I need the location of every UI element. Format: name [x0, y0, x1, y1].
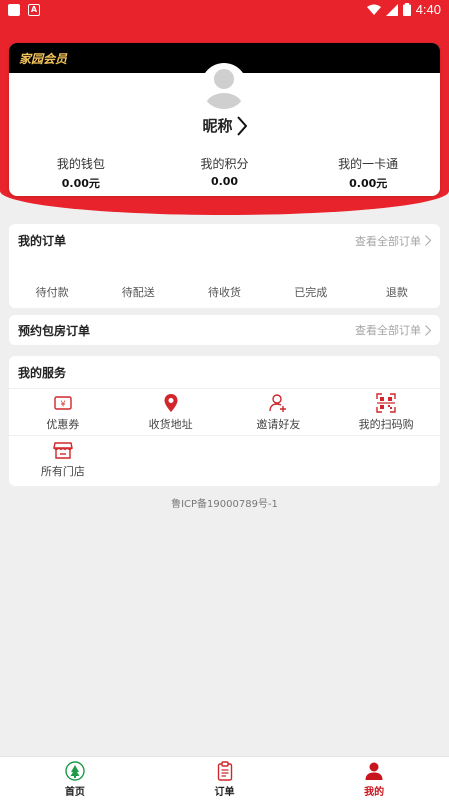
stat-label: 我的积分	[200, 157, 249, 171]
service-invite-friends[interactable]: 邀请好友	[225, 389, 333, 435]
order-tab-completed[interactable]: 已完成	[268, 284, 354, 300]
my-orders-header: 我的订单 查看全部订单	[9, 224, 440, 257]
service-shipping-address[interactable]: 收货地址	[117, 389, 225, 435]
battery-icon	[402, 3, 411, 16]
member-badge: 家园会员	[19, 51, 68, 66]
view-all-booking-orders-label: 查看全部订单	[355, 324, 421, 337]
store-icon	[53, 442, 73, 459]
booking-orders-card: 预约包房订单 查看全部订单	[9, 315, 440, 345]
home-logo-icon	[65, 761, 85, 781]
card-balance-stat[interactable]: 我的一卡通 0.00元	[296, 155, 440, 191]
service-coupons[interactable]: ¥ 优惠券	[9, 389, 117, 435]
my-orders-card: 我的订单 查看全部订单 待付款 待配送 待收货 已完成 退款	[9, 224, 440, 308]
location-pin-icon	[164, 394, 178, 412]
service-all-stores[interactable]: 所有门店	[9, 436, 117, 482]
chevron-right-icon	[425, 235, 431, 246]
service-label: 邀请好友	[256, 418, 301, 431]
wifi-icon	[366, 4, 381, 15]
view-all-orders-label: 查看全部订单	[355, 234, 421, 248]
member-stats: 我的钱包 0.00元 我的积分 0.00 我的一卡通 0.00元	[9, 155, 440, 191]
order-tab-pending-payment[interactable]: 待付款	[9, 284, 95, 300]
stat-label: 我的钱包	[56, 157, 105, 171]
tab-home-label: 首页	[64, 787, 85, 798]
tab-orders[interactable]: 订单	[150, 757, 300, 800]
order-status-tabs: 待付款 待配送 待收货 已完成 退款	[9, 284, 440, 300]
svg-text:¥: ¥	[60, 400, 65, 409]
stat-value: 0.00元	[349, 177, 388, 190]
service-label: 收货地址	[148, 418, 193, 431]
my-services-title: 我的服务	[18, 365, 67, 380]
service-label: 我的扫码购	[358, 418, 414, 431]
order-tab-refund[interactable]: 退款	[354, 284, 440, 300]
coupon-icon: ¥	[54, 396, 72, 410]
status-bar: A 4:40	[0, 0, 449, 20]
stat-value: 0.00元	[61, 177, 100, 190]
nickname: 昵称	[202, 117, 233, 135]
scan-icon	[376, 393, 396, 413]
service-label: 优惠券	[46, 418, 80, 431]
order-tab-pending-delivery[interactable]: 待配送	[95, 284, 181, 300]
icp-record: 鲁ICP备19000789号-1	[171, 499, 278, 510]
tab-home[interactable]: 首页	[0, 757, 150, 800]
tab-profile[interactable]: 我的	[299, 757, 449, 800]
points-stat[interactable]: 我的积分 0.00	[153, 155, 297, 191]
stat-label: 我的一卡通	[338, 157, 399, 171]
my-services-header: 我的服务	[9, 356, 440, 389]
service-scan-purchase[interactable]: 我的扫码购	[332, 389, 440, 435]
view-all-booking-orders-link[interactable]: 查看全部订单	[355, 322, 431, 338]
booking-orders-header: 预约包房订单 查看全部订单	[9, 315, 440, 345]
add-friend-icon	[269, 394, 287, 412]
wallet-stat[interactable]: 我的钱包 0.00元	[9, 155, 153, 191]
bottom-tab-bar: 首页 订单 我的	[0, 756, 449, 800]
nickname-row[interactable]: 昵称	[0, 115, 449, 136]
signal-icon	[385, 3, 398, 16]
avatar[interactable]	[201, 63, 247, 109]
tab-profile-label: 我的	[364, 787, 385, 798]
my-orders-title: 我的订单	[18, 234, 67, 248]
services-grid: ¥ 优惠券 收货地址 邀请好友 我的扫码购 所有门店	[9, 389, 440, 482]
chevron-right-icon	[425, 324, 431, 336]
avatar-placeholder-icon	[205, 69, 243, 109]
order-tab-pending-receipt[interactable]: 待收货	[181, 284, 267, 300]
booking-orders-title: 预约包房订单	[18, 323, 91, 338]
notification-icon	[8, 4, 20, 16]
profile-icon	[365, 762, 383, 780]
tab-orders-label: 订单	[214, 787, 235, 798]
view-all-orders-link[interactable]: 查看全部订单	[355, 233, 431, 249]
my-services-card: 我的服务 ¥ 优惠券 收货地址 邀请好友 我的扫码购 所有门店	[9, 356, 440, 486]
stat-value: 0.00	[210, 175, 239, 188]
status-time: 4:40	[415, 2, 441, 17]
service-label: 所有门店	[40, 465, 85, 478]
chevron-right-icon	[236, 115, 247, 136]
a-notification-icon: A	[28, 4, 40, 16]
order-clipboard-icon	[217, 761, 232, 781]
